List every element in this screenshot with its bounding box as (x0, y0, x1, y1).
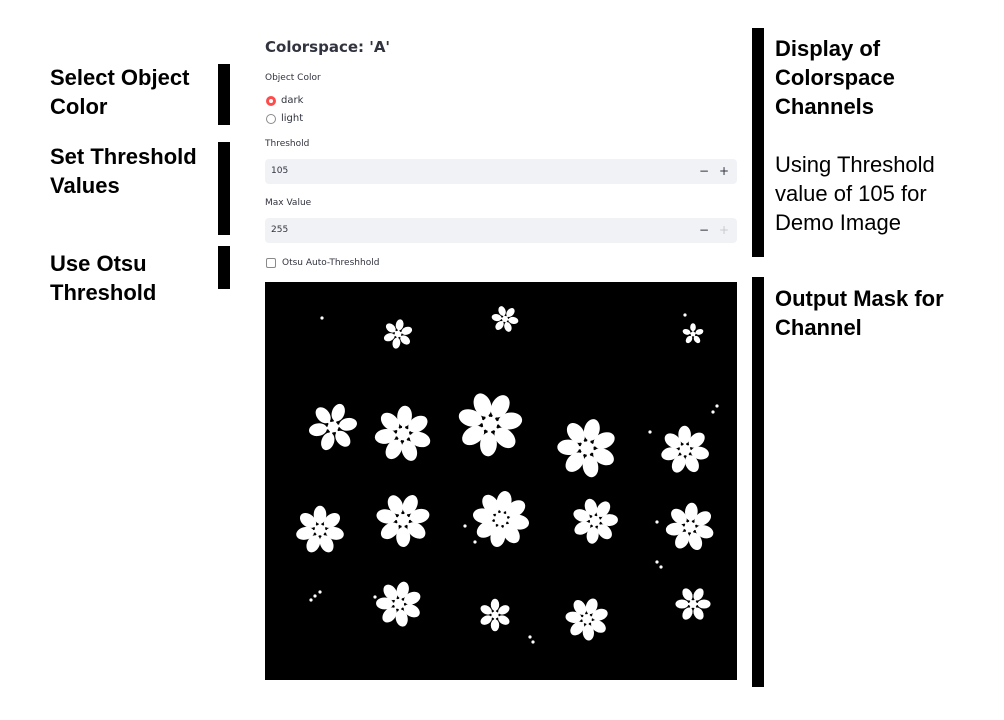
max-value-increment-button[interactable]: + (715, 221, 733, 240)
annotation-output-mask: Output Mask for Channel (775, 286, 944, 340)
otsu-checkbox[interactable] (266, 258, 276, 268)
radio-selected-icon[interactable] (266, 95, 276, 106)
threshold-increment-button[interactable]: + (715, 162, 733, 181)
threshold-value: 105 (271, 166, 289, 176)
threshold-decrement-button[interactable]: − (695, 162, 713, 181)
max-value-value: 255 (271, 225, 289, 235)
radio-label-light: light (281, 113, 304, 124)
annotation-bar-output (752, 277, 764, 687)
threshold-label: Threshold (265, 139, 310, 149)
threshold-input[interactable]: 105 − + (265, 159, 737, 184)
annotation-threshold-note: Using Threshold value of 105 for Demo Im… (775, 152, 935, 235)
output-mask-image (265, 282, 737, 680)
annotation-bar-object-color (218, 64, 230, 125)
annotation-bar-display (752, 28, 764, 257)
max-value-input[interactable]: 255 − + (265, 218, 737, 243)
max-value-decrement-button[interactable]: − (695, 221, 713, 240)
annotation-set-threshold-values: Set Threshold Values (50, 144, 197, 198)
annotation-use-otsu-threshold: Use Otsu Threshold (50, 251, 157, 305)
max-value-label: Max Value (265, 198, 312, 208)
radio-label-dark: dark (281, 95, 304, 106)
annotation-bar-threshold (218, 142, 230, 235)
page-title: Colorspace: 'A' (265, 38, 391, 56)
annotation-bar-otsu (218, 246, 230, 289)
annotation-display-channels: Display of Colorspace Channels (775, 36, 895, 119)
otsu-checkbox-label: Otsu Auto-Threshhold (282, 258, 380, 268)
radio-option-dark[interactable]: dark (266, 95, 303, 106)
object-color-label: Object Color (265, 73, 321, 83)
radio-unselected-icon[interactable] (266, 113, 276, 124)
annotation-select-object-color: Select Object Color (50, 65, 190, 119)
radio-option-light[interactable]: light (266, 113, 303, 124)
plant-mask-graphic (296, 306, 719, 644)
otsu-checkbox-row[interactable]: Otsu Auto-Threshhold (266, 258, 379, 268)
